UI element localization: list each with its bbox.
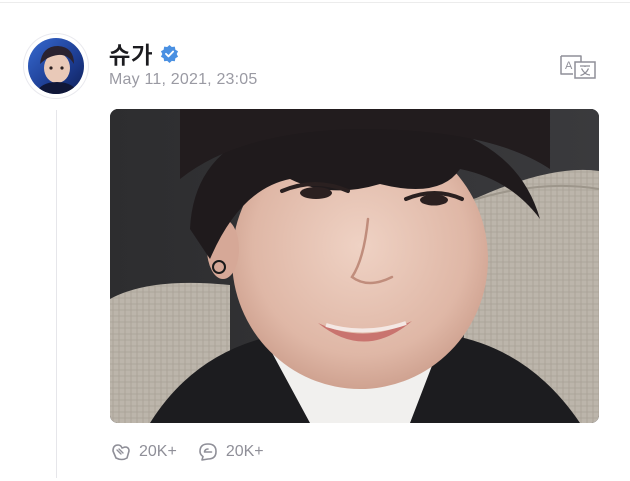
author-name[interactable]: 슈가: [109, 36, 153, 70]
thread-line: [56, 110, 57, 478]
like-button[interactable]: 20K+: [110, 442, 177, 462]
verified-badge-icon: [160, 44, 179, 63]
translate-icon: A: [560, 55, 596, 79]
svg-text:A: A: [565, 60, 573, 72]
author-avatar[interactable]: [24, 34, 88, 98]
likes-count: 20K+: [139, 443, 177, 460]
post-timestamp: May 11, 2021, 23:05: [109, 71, 258, 88]
post-actions: 20K+ 20K+: [110, 440, 264, 464]
post-photo[interactable]: [110, 109, 599, 423]
comment-icon: [199, 443, 217, 461]
author-header: 슈가: [109, 38, 179, 68]
top-divider: [0, 2, 630, 3]
comment-button[interactable]: 20K+: [197, 442, 264, 462]
comments-count: 20K+: [225, 443, 264, 460]
translate-button[interactable]: A: [559, 54, 597, 80]
like-icon: [112, 444, 130, 461]
